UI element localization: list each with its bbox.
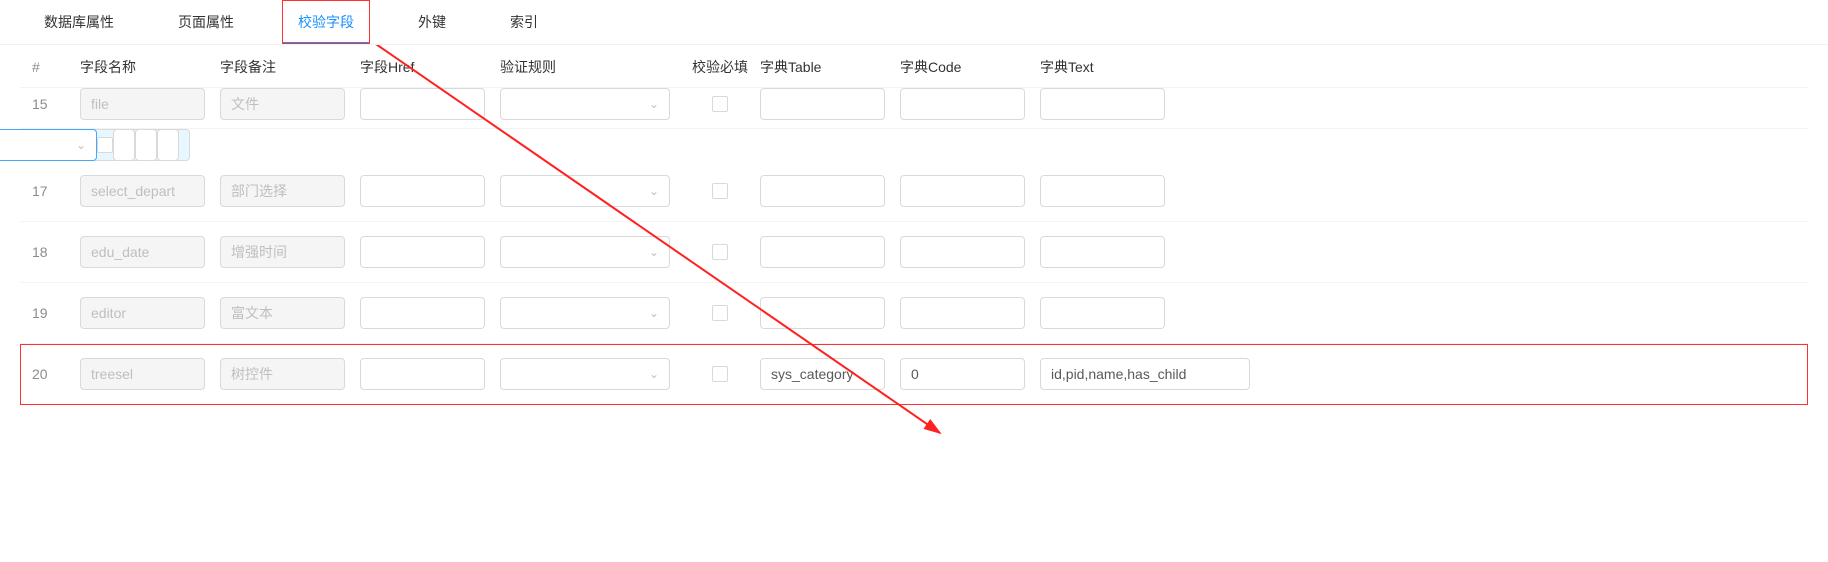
- dict-text-input[interactable]: [1040, 236, 1165, 268]
- table-header: # 字段名称 字段备注 字段Href 验证规则 校验必填 字典Table 字典C…: [20, 45, 1808, 88]
- field-name-input: [80, 236, 205, 268]
- tab-validate-fields[interactable]: 校验字段: [282, 0, 370, 44]
- field-name-input: [80, 175, 205, 207]
- dict-table-input[interactable]: [760, 358, 885, 390]
- row-index: 15: [20, 96, 80, 112]
- tab-index[interactable]: 索引: [494, 0, 554, 44]
- tabs-bar: 数据库属性 页面属性 校验字段 外键 索引: [0, 0, 1828, 45]
- dict-table-input[interactable]: [760, 297, 885, 329]
- tab-db-attr[interactable]: 数据库属性: [28, 0, 130, 44]
- chevron-down-icon: ⌄: [649, 245, 659, 259]
- col-header-code: 字典Code: [900, 57, 1040, 77]
- dict-table-input[interactable]: [113, 129, 135, 161]
- field-href-input[interactable]: [360, 236, 485, 268]
- dict-text-input[interactable]: [1040, 88, 1165, 120]
- dict-code-input[interactable]: [135, 129, 157, 161]
- required-checkbox[interactable]: [712, 305, 728, 321]
- col-header-table: 字典Table: [760, 57, 900, 77]
- table-row: 18 ⌄: [20, 222, 1808, 283]
- dict-table-input[interactable]: [760, 175, 885, 207]
- dict-table-input[interactable]: [760, 236, 885, 268]
- row-index: 20: [20, 366, 80, 382]
- field-name-input: [80, 88, 205, 120]
- col-header-href: 字段Href: [360, 57, 500, 77]
- col-header-rule: 验证规则: [500, 57, 680, 77]
- table-row: 19 ⌄: [20, 283, 1808, 344]
- col-header-index: #: [20, 59, 80, 75]
- dict-code-input[interactable]: [900, 236, 1025, 268]
- validate-rule-select[interactable]: ⌄: [500, 88, 670, 120]
- validate-rule-select[interactable]: ⌄: [500, 297, 670, 329]
- validate-rule-select[interactable]: ⌄: [500, 358, 670, 390]
- dict-table-input[interactable]: [760, 88, 885, 120]
- required-checkbox[interactable]: [712, 96, 728, 112]
- col-header-req: 校验必填: [680, 57, 760, 77]
- validate-rule-select[interactable]: ⌄: [500, 175, 670, 207]
- field-remark-input: [220, 236, 345, 268]
- col-header-text: 字典Text: [1040, 57, 1260, 77]
- table-row: 16 ⌄: [20, 129, 190, 161]
- table-row: 17 ⌄: [20, 161, 1808, 222]
- validate-rule-select[interactable]: ⌄: [0, 129, 97, 161]
- field-remark-input: [220, 297, 345, 329]
- dict-text-input[interactable]: [157, 129, 179, 161]
- col-header-name: 字段名称: [80, 57, 220, 77]
- dict-code-input[interactable]: [900, 175, 1025, 207]
- row-index: 17: [20, 183, 80, 199]
- field-table: # 字段名称 字段备注 字段Href 验证规则 校验必填 字典Table 字典C…: [0, 45, 1828, 405]
- required-checkbox[interactable]: [712, 366, 728, 382]
- field-remark-input: [220, 358, 345, 390]
- required-checkbox[interactable]: [712, 244, 728, 260]
- dict-code-input[interactable]: [900, 88, 1025, 120]
- dict-text-input[interactable]: [1040, 358, 1250, 390]
- chevron-down-icon: ⌄: [649, 367, 659, 381]
- required-checkbox[interactable]: [97, 137, 113, 153]
- table-row: 20 ⌄: [20, 344, 1808, 405]
- dict-text-input[interactable]: [1040, 175, 1165, 207]
- field-href-input[interactable]: [360, 175, 485, 207]
- col-header-remark: 字段备注: [220, 57, 360, 77]
- chevron-down-icon: ⌄: [76, 138, 86, 152]
- table-row: 15 ⌄: [20, 88, 1808, 129]
- dict-text-input[interactable]: [1040, 297, 1165, 329]
- required-checkbox[interactable]: [712, 183, 728, 199]
- tab-foreign-key[interactable]: 外键: [402, 0, 462, 44]
- field-remark-input: [220, 88, 345, 120]
- field-name-input: [80, 358, 205, 390]
- row-index: 19: [20, 305, 80, 321]
- field-name-input: [80, 297, 205, 329]
- chevron-down-icon: ⌄: [649, 97, 659, 111]
- field-href-input[interactable]: [360, 88, 485, 120]
- dict-code-input[interactable]: [900, 358, 1025, 390]
- validate-rule-select[interactable]: ⌄: [500, 236, 670, 268]
- field-href-input[interactable]: [360, 358, 485, 390]
- field-href-input[interactable]: [360, 297, 485, 329]
- chevron-down-icon: ⌄: [649, 184, 659, 198]
- tab-page-attr[interactable]: 页面属性: [162, 0, 250, 44]
- chevron-down-icon: ⌄: [649, 306, 659, 320]
- row-index: 18: [20, 244, 80, 260]
- field-remark-input: [220, 175, 345, 207]
- dict-code-input[interactable]: [900, 297, 1025, 329]
